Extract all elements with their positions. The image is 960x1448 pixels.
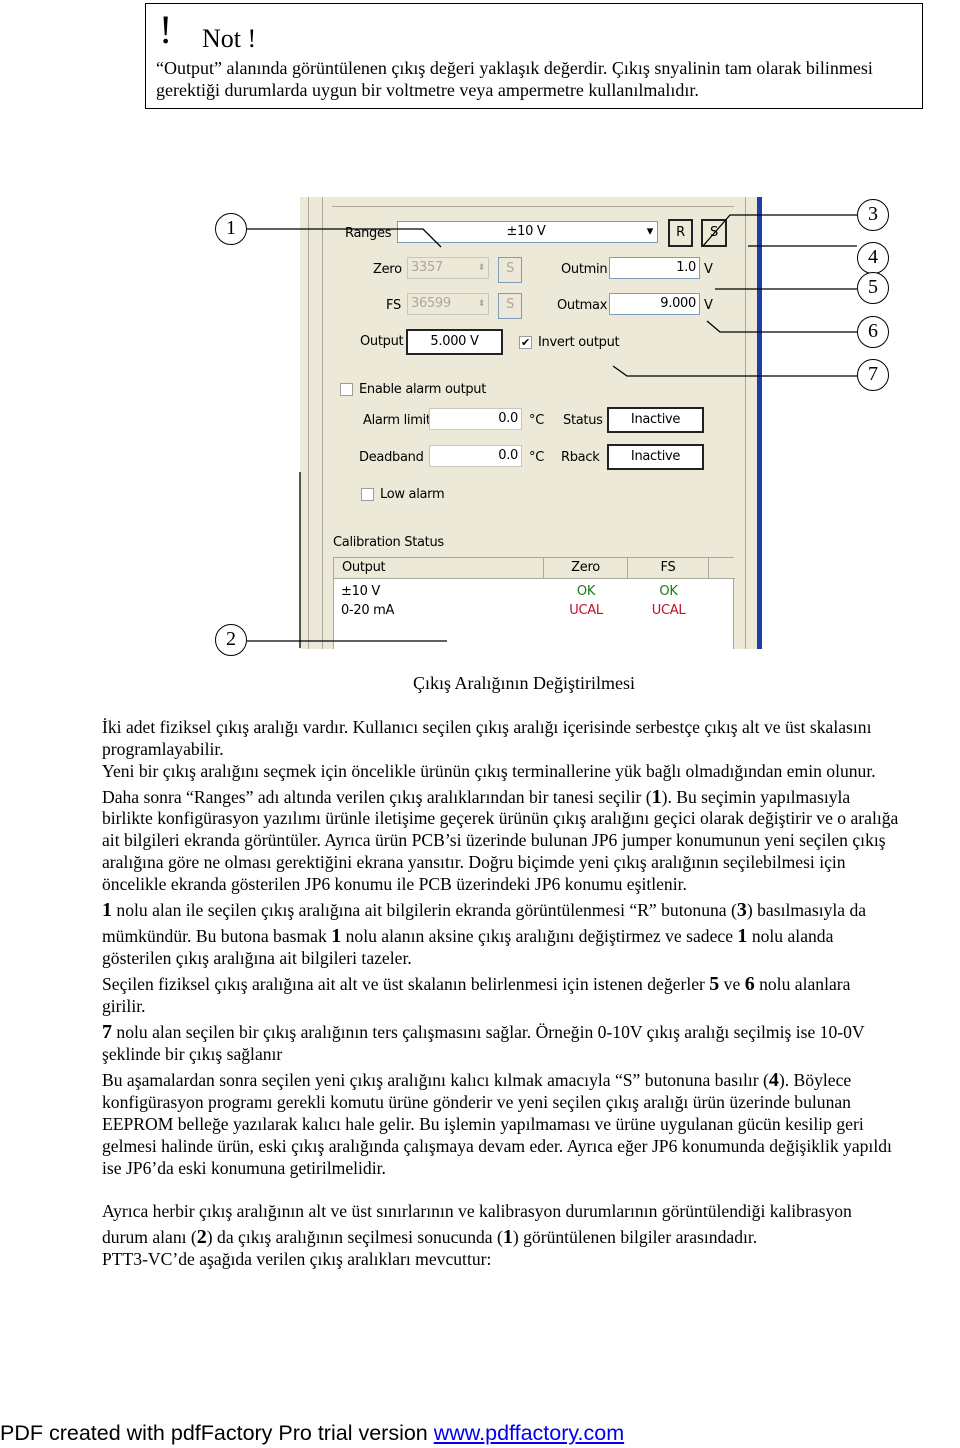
paragraph-line: konfigürasyon programı gerekli komutu ür… (102, 1091, 851, 1113)
paragraph-line: Seçilen fiziksel çıkış aralığına ait alt… (102, 973, 850, 995)
callout-reference: 4 (768, 1069, 779, 1091)
callout-reference: 1 (651, 786, 662, 808)
text-segment: Ayrıca herbir çıkış aralığının alt ve üs… (102, 1201, 852, 1221)
paragraph-line: EEPROM belleğe yazılarak kalıcı hale gel… (102, 1113, 864, 1135)
paragraph-line: programlayabilir. (102, 738, 224, 760)
text-segment: aralığına göre ne olması gerektiğini ekr… (102, 852, 846, 872)
text-segment: konfigürasyon programı gerekli komutu ür… (102, 1092, 851, 1112)
text-segment: Daha sonra “Ranges” adı altında verilen … (102, 787, 652, 807)
callout-reference: 1 (737, 925, 748, 947)
text-segment: şeklinde bir çıkış sağlanır (102, 1044, 283, 1064)
text-segment: girilir. (102, 996, 146, 1016)
paragraph-line: durum alanı (2) da çıkış aralığının seçi… (102, 1226, 757, 1248)
paragraph-line: İki adet fiziksel çıkış aralığı vardır. … (102, 716, 871, 738)
paragraph-line: Daha sonra “Ranges” adı altında verilen … (102, 786, 850, 808)
text-segment: Seçilen fiziksel çıkış aralığına ait alt… (102, 974, 710, 994)
text-segment: ve (719, 974, 745, 994)
text-segment: ) da çıkış aralığının seçilmesi sonucund… (206, 1227, 503, 1247)
text-segment: ). Böylece (778, 1070, 852, 1090)
paragraph-line: Bu aşamalardan sonra seçilen yeni çıkış … (102, 1069, 851, 1091)
text-segment: İki adet fiziksel çıkış aralığı vardır. … (102, 717, 872, 737)
paragraph-line: PTT3-VC’de aşağıda verilen çıkış aralıkl… (102, 1248, 491, 1270)
text-segment: gelmesi halinde ürün, eski çıkış aralığı… (102, 1136, 892, 1156)
text-segment: gösterilen çıkış aralığına ait bilgileri… (102, 948, 412, 968)
paragraph-line: birlikte konfigürasyon yazılımı ürünle i… (102, 807, 898, 829)
text-segment: ait bilgileri ekranda görüntüler. Ayrıca… (102, 830, 886, 850)
text-segment: ise JP6’da eski konumuna getirilmelidir. (102, 1158, 386, 1178)
footer-link[interactable]: www.pdffactory.com (434, 1421, 624, 1445)
callout-5: 5 (857, 272, 889, 304)
callout-3: 3 (857, 199, 889, 231)
text-segment: nolu alanın aksine çıkış aralığını değiş… (341, 926, 738, 946)
callout-reference: 2 (196, 1226, 207, 1248)
text-segment: nolu alan ile seçilen çıkış aralığına ai… (112, 900, 737, 920)
paragraph-line: mümkündür. Bu butona basmak 1 nolu alanı… (102, 925, 833, 947)
callout-reference: 3 (736, 899, 747, 921)
pdf-footer: PDF created with pdfFactory Pro trial ve… (0, 1420, 624, 1446)
paragraph-line: 1 nolu alan ile seçilen çıkış aralığına … (102, 899, 866, 921)
text-segment: ). Bu seçimin yapılmasıyla (661, 787, 851, 807)
paragraph-line: Yeni bir çıkış aralığını seçmek için önc… (102, 760, 876, 782)
text-segment: nolu alanlara (754, 974, 851, 994)
text-segment: mümkündür. Bu butona basmak (102, 926, 332, 946)
callout-reference: 5 (709, 973, 720, 995)
paragraph-line: gösterilen çıkış aralığına ait bilgileri… (102, 947, 412, 969)
callout-lines (247, 214, 857, 648)
text-segment: durum alanı ( (102, 1227, 197, 1247)
callout-reference: 1 (502, 1226, 513, 1248)
text-segment: nolu alanda (747, 926, 834, 946)
text-segment: Yeni bir çıkış aralığını seçmek için önc… (102, 761, 876, 781)
callout-4: 4 (857, 242, 889, 274)
callout-reference: 1 (102, 899, 112, 921)
text-segment: PTT3-VC’de aşağıda verilen çıkış aralıkl… (102, 1249, 492, 1269)
paragraph-line: ise JP6’da eski konumuna getirilmelidir. (102, 1157, 386, 1179)
callout-7: 7 (857, 359, 889, 391)
callout-reference: 1 (331, 925, 342, 947)
text-segment: ) görüntülenen bilgiler arasındadır. (512, 1227, 758, 1247)
paragraph-line: girilir. (102, 995, 146, 1017)
paragraph-line: şeklinde bir çıkış sağlanır (102, 1043, 282, 1065)
text-segment: birlikte konfigürasyon yazılımı ürünle i… (102, 808, 899, 828)
figure-caption: Çıkış Aralığının Değiştirilmesi (413, 673, 635, 693)
paragraph-line: öncelikle ekranda gösterilen JP6 konumu … (102, 873, 687, 895)
callout-1: 1 (215, 213, 247, 245)
text-segment: Bu aşamalardan sonra seçilen yeni çıkış … (102, 1070, 769, 1090)
paragraph-line: Ayrıca herbir çıkış aralığının alt ve üs… (102, 1200, 852, 1222)
callout-reference: 6 (744, 973, 755, 995)
text-segment: programlayabilir. (102, 739, 224, 759)
callout-6: 6 (857, 316, 889, 348)
footer-text: PDF created with pdfFactory Pro trial ve… (0, 1421, 434, 1445)
text-segment: öncelikle ekranda gösterilen JP6 konumu … (102, 874, 687, 894)
callout-reference: 7 (102, 1021, 112, 1043)
paragraph-line: 7 nolu alan seçilen bir çıkış aralığının… (102, 1021, 865, 1043)
text-segment: ) basılmasıyla da (746, 900, 867, 920)
text-segment: nolu alan seçilen bir çıkış aralığının t… (112, 1022, 865, 1042)
text-segment: EEPROM belleğe yazılarak kalıcı hale gel… (102, 1114, 864, 1134)
paragraph-line: ait bilgileri ekranda görüntüler. Ayrıca… (102, 829, 886, 851)
callout-2: 2 (215, 624, 247, 656)
paragraph-line: aralığına göre ne olması gerektiğini ekr… (102, 851, 846, 873)
paragraph-line: gelmesi halinde ürün, eski çıkış aralığı… (102, 1135, 892, 1157)
